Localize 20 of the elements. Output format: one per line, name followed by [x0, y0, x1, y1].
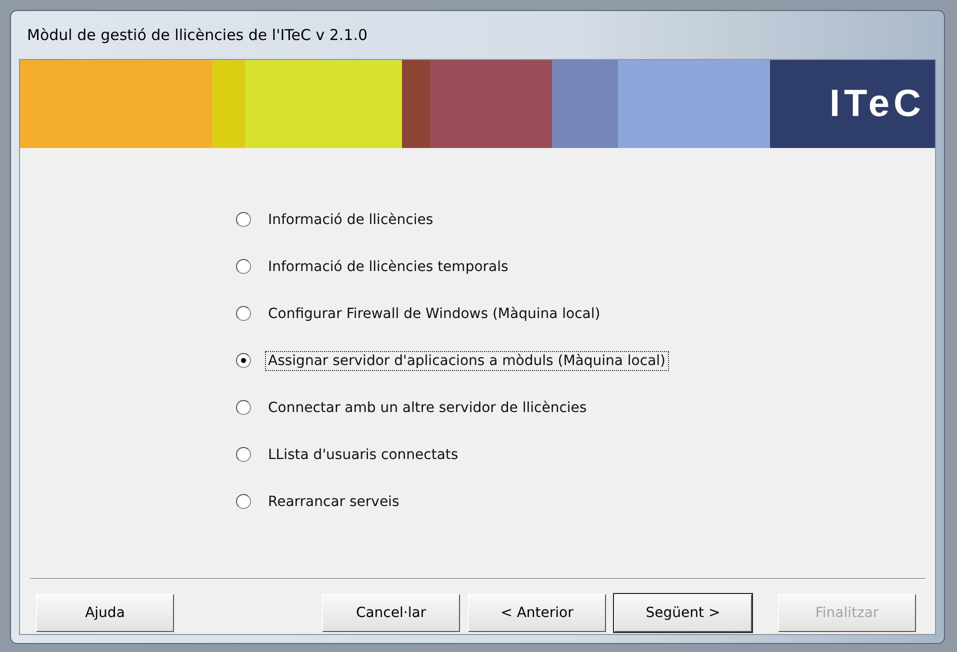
radio-button[interactable]	[236, 447, 251, 462]
logo: ITeC	[770, 60, 935, 148]
option-label[interactable]: Informació de llicències	[265, 210, 436, 230]
radio-button[interactable]	[236, 306, 251, 321]
help-button[interactable]: Ajuda	[36, 594, 174, 632]
wizard-button[interactable]: Següent >	[614, 594, 752, 632]
radio-button[interactable]	[236, 494, 251, 509]
option-label[interactable]: Configurar Firewall de Windows (Màquina local)	[265, 304, 604, 324]
radio-button[interactable]	[236, 400, 251, 415]
window-title: Mòdul de gestió de llicències de l'ITeC v 2.1.0	[27, 26, 368, 44]
option-label[interactable]: Informació de llicències temporals	[265, 256, 512, 276]
wizard-button[interactable]: Cancel·lar	[322, 594, 460, 632]
option-label[interactable]: Assignar servidor d'aplicacions a mòduls (Màquina local)	[265, 350, 669, 370]
wizard-button[interactable]: < Anterior	[468, 594, 606, 632]
option-label[interactable]: LLista d'usuaris connectats	[265, 444, 462, 464]
radio-button[interactable]	[236, 212, 251, 227]
radio-button[interactable]	[236, 259, 251, 274]
radio-button[interactable]	[236, 353, 251, 368]
option-label[interactable]: Connectar amb un altre servidor de llicències	[265, 398, 590, 418]
option-label[interactable]: Rearrancar serveis	[265, 492, 402, 512]
